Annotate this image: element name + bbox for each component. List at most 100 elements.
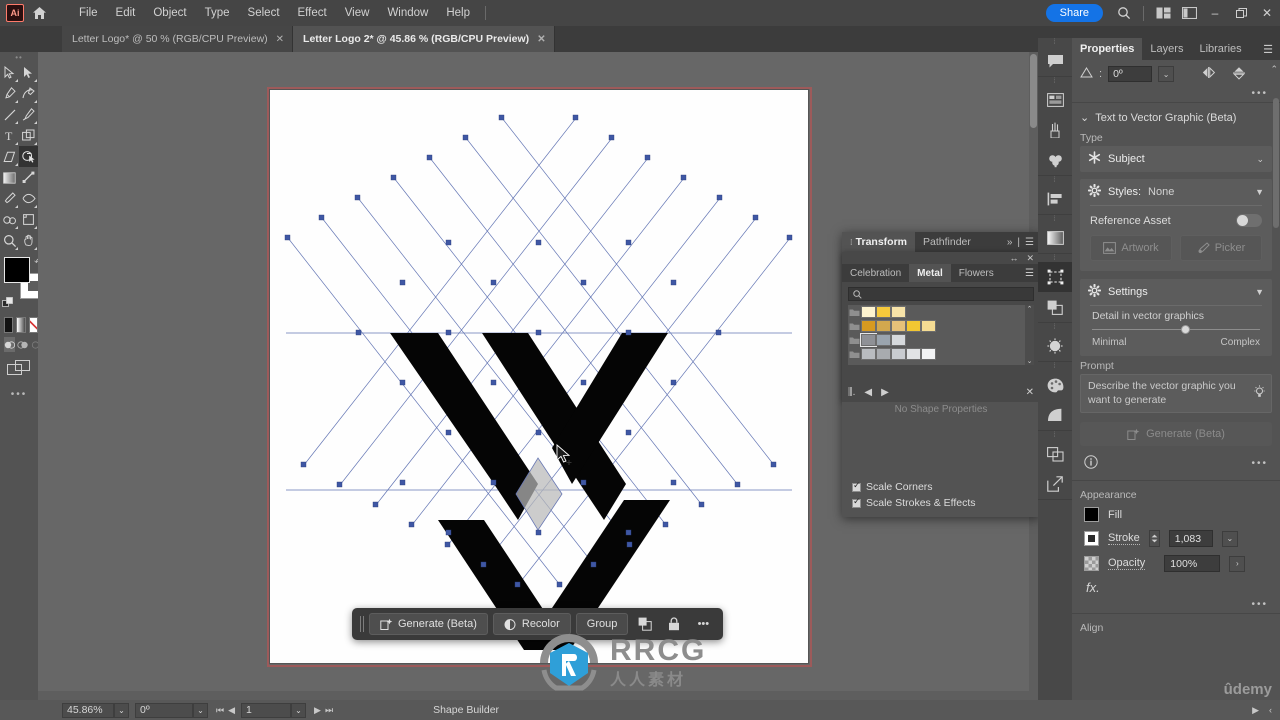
swatch-group-folder-icon[interactable] [848, 321, 861, 332]
tab-layers[interactable]: Layers [1142, 38, 1191, 60]
collapse-icon[interactable]: ↔ [1009, 253, 1018, 263]
close-icon[interactable]: ✕ [1026, 253, 1034, 264]
task-bar-grip[interactable] [360, 616, 364, 632]
rail-grip[interactable]: ⁞ [1038, 77, 1072, 85]
tab-properties[interactable]: Properties [1072, 38, 1143, 60]
rail-grip[interactable]: ⁞ [1038, 431, 1072, 439]
swatch-cell[interactable] [861, 348, 876, 360]
fx-button[interactable]: fx. [1072, 576, 1280, 599]
fill-color-chip[interactable] [1084, 507, 1099, 523]
swatch-cell[interactable] [891, 348, 906, 360]
swatch-grid[interactable]: ⌃ ⌄ [848, 305, 1034, 365]
styles-select[interactable]: Styles: None ▼ [1080, 179, 1272, 205]
brushes-icon[interactable] [1038, 115, 1072, 145]
rail-grip[interactable]: ⁞ [1038, 215, 1072, 223]
tools-more-icon[interactable]: ••• [0, 389, 38, 400]
layers-icon[interactable] [1038, 292, 1072, 322]
reference-asset-toggle[interactable] [1236, 214, 1262, 227]
shape-tool[interactable] [19, 125, 38, 146]
menu-view[interactable]: View [336, 0, 379, 26]
shape-builder-tool[interactable] [19, 146, 38, 167]
chevron-down-icon[interactable]: ▼ [1255, 187, 1264, 197]
export-icon[interactable] [1038, 469, 1072, 499]
properties-menu-icon[interactable]: ☰ [1263, 43, 1280, 56]
menu-effect[interactable]: Effect [289, 0, 336, 26]
tools-panel-grip[interactable]: •• [0, 52, 38, 62]
pathfinder-icon[interactable] [1038, 439, 1072, 469]
generate-beta-button-panel[interactable]: Generate (Beta) [1080, 422, 1272, 447]
stroke-label[interactable]: Stroke [1108, 532, 1140, 546]
none-swatch[interactable] [28, 317, 38, 333]
menu-object[interactable]: Object [144, 0, 195, 26]
chevron-down-icon[interactable]: ⌄ [1080, 111, 1089, 124]
recolor-button[interactable]: Recolor [492, 613, 571, 635]
eraser-tool[interactable] [0, 146, 19, 167]
swatch-cell[interactable] [891, 320, 906, 332]
tab-metal[interactable]: Metal [909, 264, 951, 282]
default-fill-stroke-icon[interactable] [2, 297, 15, 313]
document-tab[interactable]: Letter Logo* @ 50 % (RGB/CPU Preview) ✕ [62, 26, 294, 52]
rail-grip[interactable]: ⁞ [1038, 362, 1072, 370]
last-artboard-icon[interactable]: ⏭ [325, 705, 333, 716]
search-icon[interactable] [1111, 0, 1137, 26]
picker-button[interactable]: Picker [1180, 235, 1262, 261]
artboard-dropdown-icon[interactable]: ⌄ [291, 702, 307, 718]
status-collapse-icon[interactable]: ‹ [1269, 705, 1272, 716]
draw-normal-icon[interactable] [4, 337, 15, 352]
info-more-icon[interactable]: ••• [1251, 458, 1268, 469]
asset-export-icon[interactable] [1038, 85, 1072, 115]
document-tab[interactable]: Letter Logo 2* @ 45.86 % (RGB/CPU Previe… [293, 26, 555, 52]
swatch-cell[interactable] [921, 348, 936, 360]
scale-strokes-checkbox[interactable] [852, 496, 861, 508]
menu-type[interactable]: Type [196, 0, 239, 26]
next-icon[interactable]: ▶ [881, 387, 889, 398]
scale-corners-row[interactable]: Scale Corners [852, 480, 976, 493]
menu-select[interactable]: Select [239, 0, 289, 26]
chevron-down-icon[interactable]: ⌄ [1256, 154, 1264, 165]
swatch-row[interactable] [848, 319, 1034, 333]
delete-swatch-icon[interactable]: ✕ [1026, 387, 1034, 398]
free-transform-tool[interactable] [19, 167, 38, 188]
swatch-group-folder-icon[interactable] [848, 307, 861, 318]
line-segment-tool[interactable] [0, 104, 19, 125]
artboard-tool[interactable] [19, 209, 38, 230]
stroke-dropdown-icon[interactable]: ⌄ [1221, 530, 1238, 547]
menu-file[interactable]: File [70, 0, 107, 26]
artboard[interactable] [270, 90, 808, 663]
rotate-input[interactable]: 0º [135, 702, 193, 718]
gradient-tool[interactable] [0, 167, 19, 188]
stroke-weight-input[interactable]: 1,083 [1168, 530, 1213, 548]
swatch-cell[interactable] [906, 320, 921, 332]
previous-icon[interactable]: ◀ [864, 387, 872, 398]
screen-mode-icon[interactable] [0, 360, 38, 377]
type-tool[interactable]: T [0, 125, 19, 146]
transform-more-icon[interactable]: ••• [1072, 88, 1280, 100]
gradient-swatch[interactable] [16, 317, 26, 333]
swatch-cell[interactable] [861, 306, 876, 318]
rail-grip[interactable]: ⁞ [1038, 38, 1072, 46]
symbols-icon[interactable] [1038, 145, 1072, 175]
arrange-documents-icon[interactable] [1150, 0, 1176, 26]
swatch-cell[interactable] [876, 334, 891, 346]
swatch-scrollbar[interactable]: ⌃ ⌄ [1025, 305, 1034, 365]
stroke-row[interactable]: Stroke 1,083 ⌄ [1072, 526, 1280, 551]
opacity-row[interactable]: Opacity 100% › [1072, 551, 1280, 576]
opacity-chip[interactable] [1084, 556, 1099, 572]
swatch-cell[interactable] [921, 320, 936, 332]
pen-tool[interactable] [0, 83, 19, 104]
generate-beta-button[interactable]: Generate (Beta) [369, 613, 488, 635]
draw-behind-icon[interactable] [17, 337, 28, 352]
share-button[interactable]: Share [1045, 4, 1103, 22]
rail-grip[interactable]: ⁞ [1038, 176, 1072, 184]
detail-slider-knob[interactable] [1181, 325, 1191, 334]
align-icon[interactable] [1038, 184, 1072, 214]
properties-scrollbar[interactable] [1273, 98, 1279, 458]
zoom-level-input[interactable]: 45.86% [62, 702, 114, 718]
swatch-cell[interactable] [876, 320, 891, 332]
duplicate-icon[interactable] [633, 612, 657, 636]
tab-flowers[interactable]: Flowers [951, 264, 1002, 282]
close-icon[interactable]: ✕ [276, 34, 284, 45]
settings-header[interactable]: Settings ▼ [1080, 279, 1272, 305]
rotate-dropdown-icon[interactable]: ⌄ [193, 702, 208, 718]
fill-row[interactable]: Fill [1072, 503, 1280, 526]
